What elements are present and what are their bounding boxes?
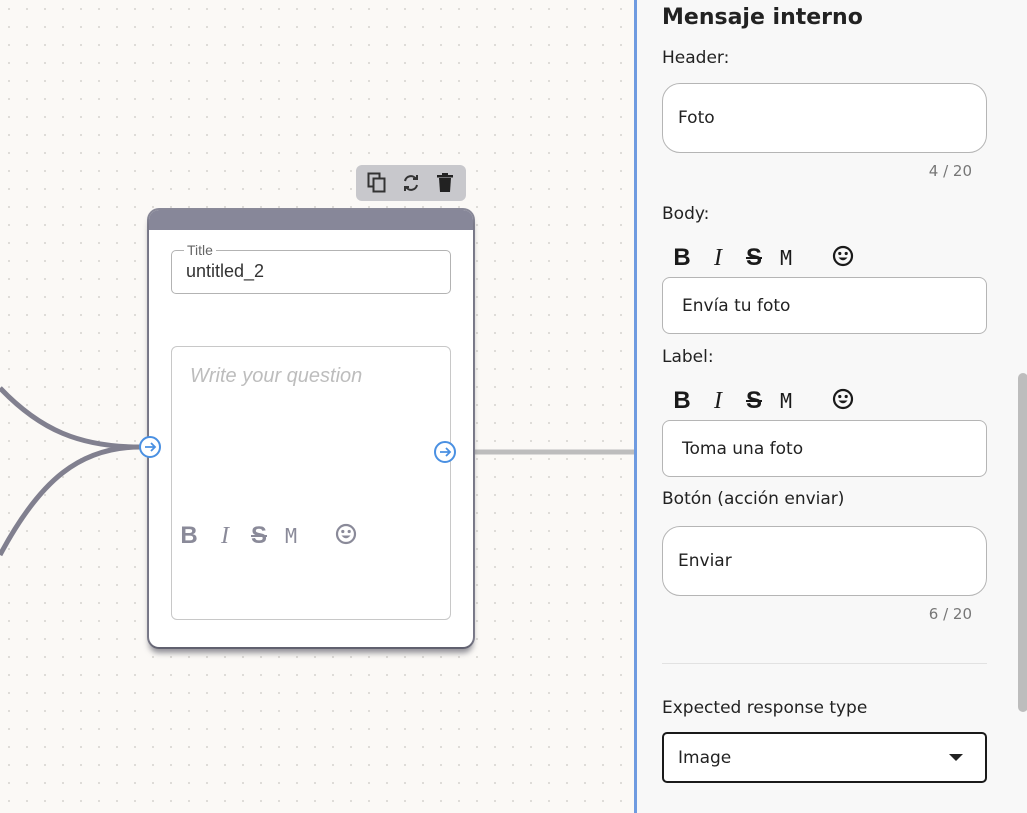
button-input[interactable]: Enviar: [662, 526, 987, 596]
emoji-icon[interactable]: [832, 388, 854, 414]
button-label: Botón (acción enviar): [662, 489, 845, 509]
arrow-right-circle-icon: [440, 447, 452, 457]
panel-title: Mensaje interno: [662, 5, 863, 30]
bold-button[interactable]: B: [671, 389, 693, 413]
title-field[interactable]: Title untitled_2: [171, 242, 451, 294]
body-label: Body:: [662, 204, 710, 224]
button-counter: 6 / 20: [928, 605, 972, 623]
node-header[interactable]: [149, 210, 473, 230]
header-counter: 4 / 20: [928, 162, 972, 180]
label-format-toolbar: B I S M: [671, 388, 854, 414]
title-input[interactable]: untitled_2: [186, 261, 264, 282]
incoming-edge-bottom[interactable]: [0, 444, 141, 557]
input-handle[interactable]: [139, 436, 161, 458]
flow-canvas[interactable]: Title untitled_2 B I S M Write your ques…: [0, 0, 634, 813]
caret-down-icon: [949, 754, 963, 761]
bold-button[interactable]: B: [671, 246, 693, 270]
label-label: Label:: [662, 347, 714, 367]
node-toolbar: [356, 165, 466, 201]
panel-scrollbar[interactable]: [1018, 373, 1027, 712]
question-placeholder: Write your question: [190, 365, 363, 387]
italic-button[interactable]: I: [707, 389, 729, 413]
divider: [662, 663, 987, 664]
response-type-label: Expected response type: [662, 698, 868, 718]
incoming-edge-top[interactable]: [0, 386, 141, 450]
response-type-value: Image: [678, 747, 732, 768]
trash-icon[interactable]: [433, 171, 457, 195]
refresh-icon[interactable]: [399, 171, 423, 195]
monospace-button[interactable]: M: [775, 389, 797, 413]
emoji-icon[interactable]: [832, 245, 854, 271]
properties-panel: Mensaje interno Header: Foto 4 / 20 Body…: [634, 0, 1027, 813]
copy-icon[interactable]: [365, 171, 389, 195]
question-node[interactable]: Title untitled_2 B I S M Write your ques…: [139, 210, 473, 647]
question-textarea[interactable]: Write your question: [171, 346, 451, 620]
header-input[interactable]: Foto: [662, 83, 987, 153]
label-input[interactable]: Toma una foto: [662, 420, 987, 477]
strike-button[interactable]: S: [743, 389, 765, 413]
strike-button[interactable]: S: [743, 246, 765, 270]
body-input[interactable]: Envía tu foto: [662, 277, 987, 334]
header-label: Header:: [662, 48, 730, 68]
monospace-button[interactable]: M: [775, 246, 797, 270]
arrow-right-circle-icon: [145, 442, 157, 452]
response-type-select[interactable]: Image: [662, 732, 987, 783]
italic-button[interactable]: I: [707, 246, 729, 270]
output-handle[interactable]: [434, 441, 456, 463]
body-format-toolbar: B I S M: [671, 245, 854, 271]
title-legend: Title: [184, 242, 216, 258]
